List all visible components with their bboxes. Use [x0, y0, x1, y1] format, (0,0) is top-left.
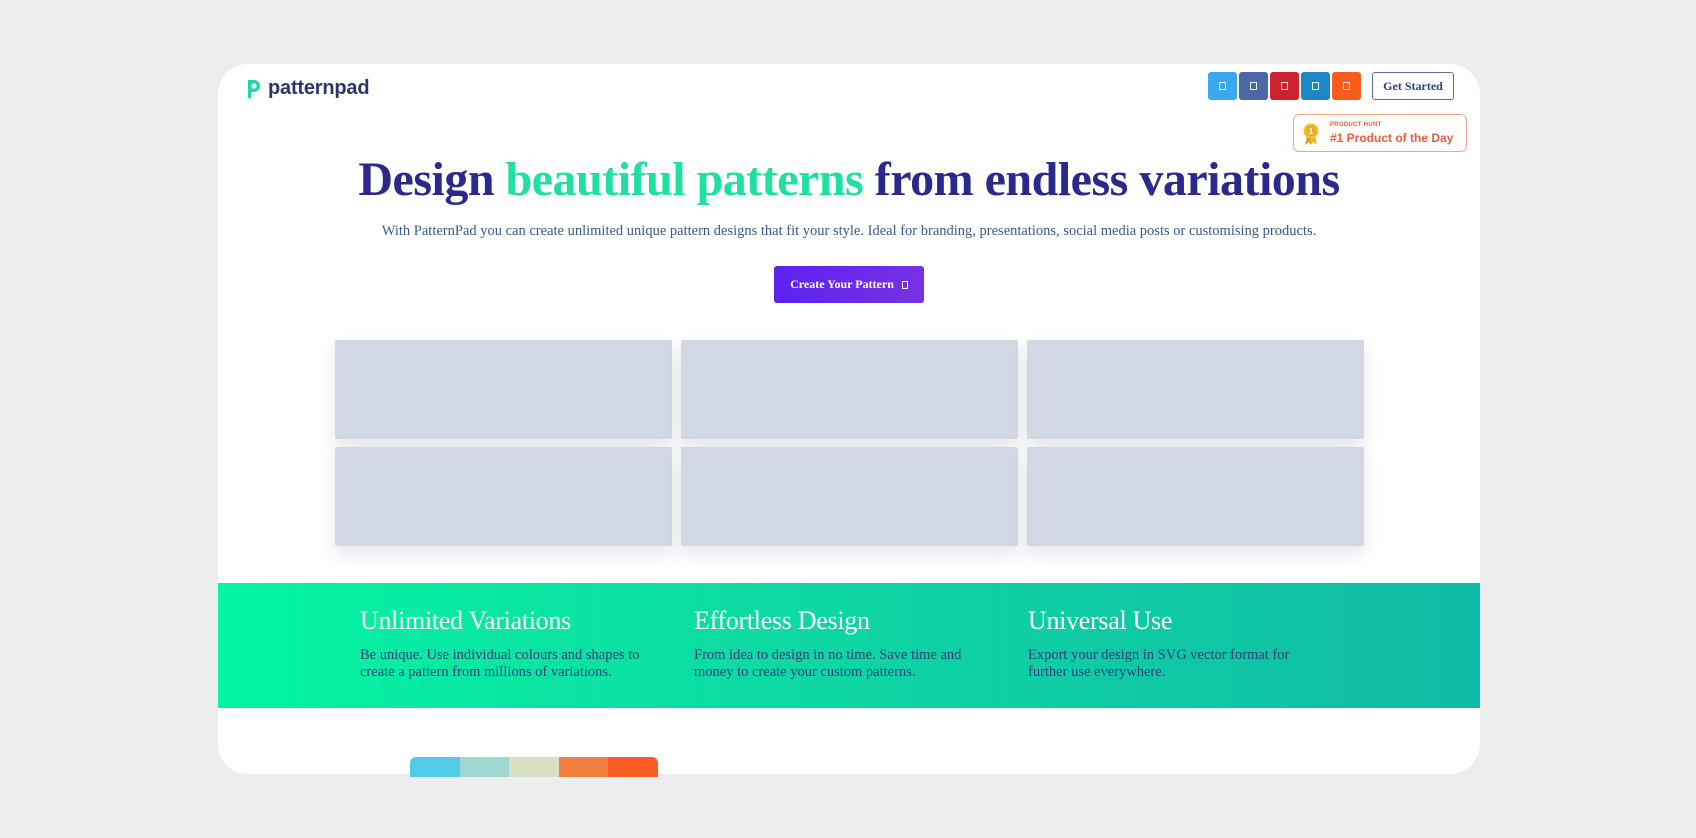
features-band: Unlimited Variations Be unique. Use indi…	[218, 583, 1480, 708]
hero-title-end: from endless variations	[863, 153, 1340, 206]
feature-text: Be unique. Use individual colours and sh…	[360, 647, 640, 680]
pinterest-icon	[1281, 82, 1288, 90]
pattern-preview-tile[interactable]	[1027, 447, 1364, 546]
patternpad-logo-icon	[248, 80, 260, 99]
palette-swatch[interactable]	[509, 757, 559, 777]
reddit-icon	[1343, 82, 1350, 90]
twitter-share-button[interactable]	[1208, 72, 1237, 100]
facebook-share-button[interactable]	[1239, 72, 1268, 100]
feature-title: Unlimited Variations	[360, 606, 571, 635]
pattern-preview-tile[interactable]	[335, 447, 672, 546]
palette-swatch[interactable]	[459, 757, 509, 777]
pattern-preview-tile[interactable]	[681, 447, 1018, 546]
create-pattern-button[interactable]: Create Your Pattern	[774, 266, 924, 303]
feature-text: Export your design in SVG vector format …	[1028, 647, 1290, 680]
pinterest-share-button[interactable]	[1270, 72, 1299, 100]
pattern-preview-grid	[335, 340, 1364, 546]
pattern-preview-tile[interactable]	[681, 340, 1018, 439]
twitter-icon	[1219, 82, 1226, 90]
reddit-share-button[interactable]	[1332, 72, 1361, 100]
product-hunt-title: #1 Product of the Day	[1330, 131, 1454, 145]
hero-subtitle: With PatternPad you can create unlimited…	[381, 223, 1317, 239]
hero-title-accent: beautiful patterns	[505, 153, 864, 206]
feature-title: Universal Use	[1028, 606, 1173, 635]
hero-title: Design beautiful patterns from endless v…	[218, 152, 1480, 208]
facebook-icon	[1250, 82, 1257, 90]
medal-icon: 1	[1303, 123, 1319, 145]
medal-number: 1	[1309, 127, 1314, 136]
logo[interactable]: patternpad	[244, 75, 370, 101]
product-hunt-label: PRODUCT HUNT	[1330, 122, 1382, 128]
linkedin-share-button[interactable]	[1301, 72, 1330, 100]
pattern-preview-tile[interactable]	[335, 340, 672, 439]
browser-window: patternpad Get Started 1 PRODUCT HUNT #1…	[218, 64, 1480, 774]
outer-frame: patternpad Get Started 1 PRODUCT HUNT #1…	[0, 0, 1696, 838]
color-palette	[410, 757, 658, 777]
get-started-button[interactable]: Get Started	[1372, 72, 1454, 100]
arrow-right-icon	[901, 280, 908, 289]
brand-name: patternpad	[268, 76, 370, 99]
feature-text: From idea to design in no time. Save tim…	[694, 647, 962, 680]
hero-title-start: Design	[358, 153, 506, 206]
product-hunt-badge[interactable]: 1 PRODUCT HUNT #1 Product of the Day	[1293, 114, 1467, 152]
create-pattern-label: Create Your Pattern	[790, 277, 894, 291]
palette-swatch[interactable]	[608, 757, 658, 777]
linkedin-icon	[1312, 82, 1319, 90]
pattern-preview-tile[interactable]	[1027, 340, 1364, 439]
palette-swatch[interactable]	[558, 757, 608, 777]
feature-unlimited-variations: Unlimited Variations Be unique. Use indi…	[360, 605, 660, 681]
palette-swatch[interactable]	[410, 757, 460, 777]
feature-title: Effortless Design	[694, 606, 870, 635]
feature-universal-use: Universal Use Export your design in SVG …	[1028, 605, 1328, 681]
feature-effortless-design: Effortless Design From idea to design in…	[694, 605, 994, 681]
share-bar	[1208, 72, 1361, 100]
